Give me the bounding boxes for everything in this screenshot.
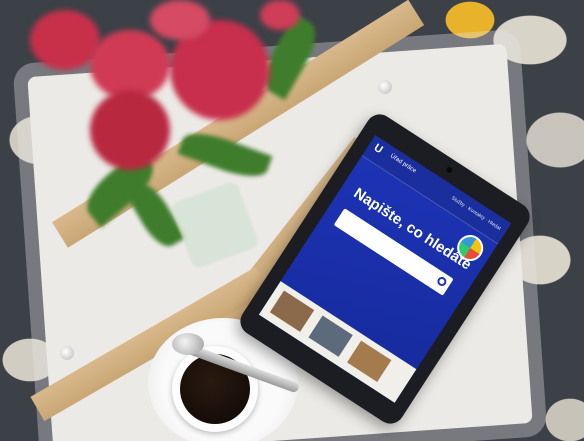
- tulip-flower: [260, 0, 300, 30]
- search-icon[interactable]: [435, 275, 449, 288]
- site-logo-text: Úřad práce: [388, 153, 418, 175]
- article-thumbnail[interactable]: [269, 290, 315, 332]
- spoon-bowl: [172, 333, 204, 355]
- tulip-flower: [150, 0, 210, 40]
- site-logo[interactable]: U: [372, 142, 385, 156]
- photo-scene: U Úřad práce Služby · Kontakty · Hledat …: [0, 0, 584, 441]
- article-thumbnail[interactable]: [347, 340, 392, 382]
- screw: [378, 80, 392, 94]
- article-thumbnail[interactable]: [308, 315, 353, 357]
- camera-icon: [445, 165, 454, 175]
- site-nav[interactable]: Služby · Kontakty · Hledat: [450, 195, 502, 232]
- tulip-flower: [90, 90, 170, 170]
- screw: [60, 346, 74, 360]
